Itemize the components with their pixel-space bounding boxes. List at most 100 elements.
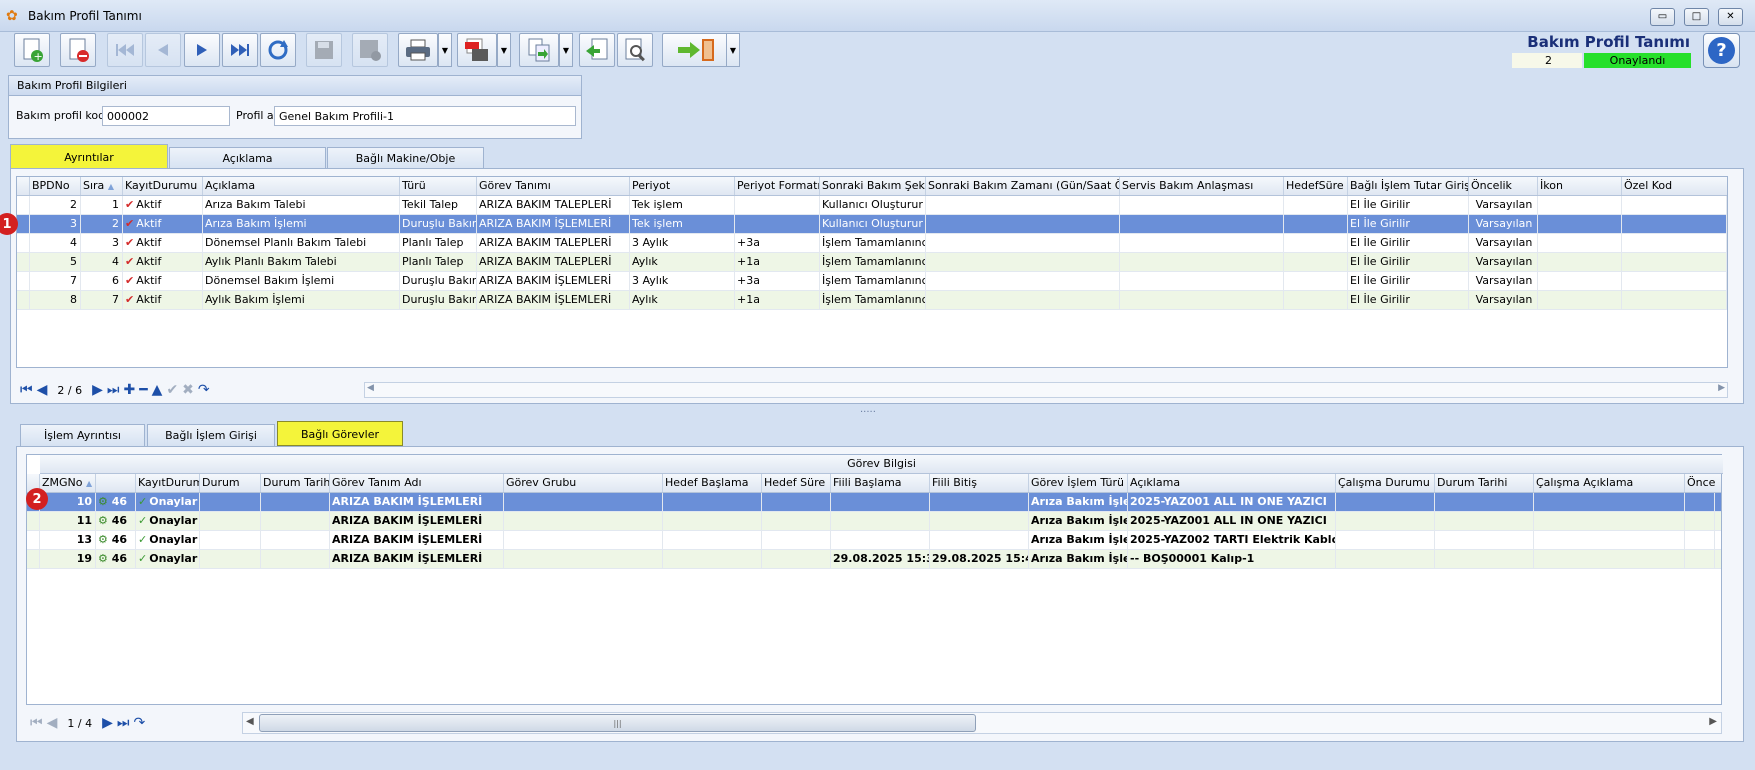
col-durum-tarihi-2[interactable]: Durum Tarihi — [1435, 474, 1534, 492]
col-hedef-baslama[interactable]: Hedef Başlama — [663, 474, 762, 492]
nav-prev-icon[interactable]: ◀ — [37, 382, 48, 398]
nav2-last-icon[interactable]: ⏭ — [117, 715, 130, 731]
next-record-button[interactable] — [184, 33, 220, 67]
col-turu[interactable]: Türü — [400, 177, 477, 195]
tools-button[interactable] — [617, 33, 653, 67]
nav2-next-icon[interactable]: ▶ — [102, 715, 113, 731]
tab-bagli-islem-girisi[interactable]: Bağlı İşlem Girişi — [147, 424, 275, 446]
exit-button[interactable] — [662, 33, 730, 67]
nav-last-icon[interactable]: ⏭ — [107, 382, 120, 398]
col-sira[interactable]: Sıra ▲ — [81, 177, 123, 195]
col-fiili-baslama[interactable]: Fiili Başlama — [831, 474, 930, 492]
col-gorev-islem-turu[interactable]: Görev İşlem Türü — [1029, 474, 1128, 492]
print-dropdown[interactable]: ▼ — [438, 33, 452, 67]
new-document-button[interactable]: + — [14, 33, 50, 67]
table-row[interactable]: 11 ⚙ 46 ✓ Onaylar ARIZA BAKIM İŞLEMLERİ Arıza… — [27, 512, 1721, 531]
nav-up-icon[interactable]: ▲ — [152, 382, 163, 398]
save-button[interactable] — [306, 33, 342, 67]
tab-aciklama[interactable]: Açıklama — [169, 147, 326, 169]
scroll2-thumb[interactable]: ||| — [259, 714, 976, 732]
table-row[interactable]: 13 ⚙ 46 ✓ Onaylar ARIZA BAKIM İŞLEMLERİ Arıza… — [27, 531, 1721, 550]
scroll2-right-icon[interactable]: ▶ — [1709, 716, 1717, 727]
col-periyot[interactable]: Periyot — [630, 177, 735, 195]
col-periyot-formati[interactable]: Periyot Formatı — [735, 177, 820, 195]
copy-dropdown[interactable]: ▼ — [559, 33, 573, 67]
minimize-button[interactable]: ▭ — [1650, 8, 1675, 26]
nav-confirm-icon[interactable]: ✔ — [166, 382, 178, 398]
nav-next-icon[interactable]: ▶ — [92, 382, 103, 398]
table-row[interactable]: 8 7 ✔ Aktif Aylık Bakım İşlemi Duruşlu Bakım A… — [17, 291, 1727, 310]
nav-first-icon[interactable]: ⏮ — [20, 382, 33, 398]
col-kayit-durumu-2[interactable]: KayıtDurumu — [136, 474, 200, 492]
kayit-durumu-text: Onaylar — [149, 495, 198, 508]
scroll2-left-icon[interactable]: ◀ — [246, 716, 254, 727]
profile-code-input[interactable] — [102, 106, 230, 126]
col-aciklama-2[interactable]: Açıklama — [1128, 474, 1336, 492]
delete-document-button[interactable] — [60, 33, 96, 67]
col-gorev-grubu[interactable]: Görev Grubu — [504, 474, 663, 492]
import-button[interactable] — [579, 33, 615, 67]
help-button[interactable]: ? — [1703, 33, 1740, 68]
grid1-horizontal-scrollbar[interactable]: ◀ ▶ — [364, 382, 1728, 398]
col-gorev-tanimi[interactable]: Görev Tanımı — [477, 177, 630, 195]
col-bpdno[interactable]: BPDNo — [30, 177, 81, 195]
grid2-horizontal-scrollbar[interactable]: ◀ ||| ▶ — [242, 712, 1722, 734]
table-row[interactable]: 3 2 ✔ Aktif Arıza Bakım İşlemi Duruşlu Bakım A… — [17, 215, 1727, 234]
tab-bagli-gorevler[interactable]: Bağlı Görevler — [277, 421, 403, 446]
col-hedef-sure-2[interactable]: Hedef Süre — [762, 474, 831, 492]
table-row[interactable]: 4 3 ✔ Aktif Dönemsel Planlı Bakım Talebi Plan… — [17, 234, 1727, 253]
exit-dropdown[interactable]: ▼ — [726, 33, 740, 67]
periyot-formati-cell: +1a — [735, 253, 820, 271]
table-row[interactable]: 2 1 ✔ Aktif Arıza Bakım Talebi Tekil Talep ARI… — [17, 196, 1727, 215]
col-zmgno[interactable]: ZMGNo ▲ — [40, 474, 96, 492]
col-servis-bakim-anlasmasi[interactable]: Servis Bakım Anlaşması — [1120, 177, 1284, 195]
col-icon[interactable] — [96, 474, 136, 492]
col-hedef-sure[interactable]: HedefSüre — [1284, 177, 1348, 195]
refresh-button[interactable] — [260, 33, 296, 67]
col-fiili-bitis[interactable]: Fiili Bitiş — [930, 474, 1029, 492]
col-oncelik-2[interactable]: Öncel — [1685, 474, 1715, 492]
nav2-first-icon[interactable]: ⏮ — [30, 715, 43, 731]
cancel-save-button[interactable] — [352, 33, 388, 67]
col-durum-tarihi[interactable]: Durum Tarihi — [261, 474, 330, 492]
scroll-right-icon[interactable]: ▶ — [1718, 383, 1725, 393]
table-row[interactable]: 7 6 ✔ Aktif Dönemsel Bakım İşlemi Duruşlu Bak… — [17, 272, 1727, 291]
col-ozel-kod[interactable]: Özel Kod — [1622, 177, 1727, 195]
col-sonraki-bakim-zamani[interactable]: Sonraki Bakım Zamanı (Gün/Saat Önce) — [926, 177, 1120, 195]
table-row[interactable]: 10 ⚙ 46 ✓ Onaylar ARIZA BAKIM İŞLEMLERİ Arıza… — [27, 493, 1721, 512]
previous-record-button[interactable] — [145, 33, 181, 67]
profile-name-input[interactable] — [274, 106, 576, 126]
print-button[interactable] — [398, 33, 438, 67]
panel-splitter[interactable]: ..... — [860, 404, 876, 415]
col-kayit-durumu[interactable]: KayıtDurumu — [123, 177, 203, 195]
tab-ayrintilar[interactable]: Ayrıntılar — [10, 144, 168, 169]
col-gorev-tanim-adi[interactable]: Görev Tanım Adı — [330, 474, 504, 492]
table-row[interactable]: 19 ⚙ 46 ✓ Onaylar ARIZA BAKIM İŞLEMLERİ 29.08… — [27, 550, 1721, 569]
col-calisma-durumu[interactable]: Çalışma Durumu — [1336, 474, 1435, 492]
table-row[interactable]: 5 4 ✔ Aktif Aylık Planlı Bakım Talebi Planlı … — [17, 253, 1727, 272]
col-sonraki-bakim-sekli[interactable]: Sonraki Bakım Şekli — [820, 177, 926, 195]
col-bagli-islem-tutar[interactable]: Bağlı İşlem Tutar Girişi — [1348, 177, 1469, 195]
first-record-button[interactable] — [107, 33, 143, 67]
close-button[interactable]: ✕ — [1718, 8, 1743, 26]
pdf-export-dropdown[interactable]: ▼ — [497, 33, 511, 67]
bpdno-cell: 5 — [30, 253, 81, 271]
nav-remove-icon[interactable]: ━ — [139, 382, 147, 398]
tab-bagli-makine-obje[interactable]: Bağlı Makine/Obje — [327, 147, 484, 169]
nav-cancel-icon[interactable]: ✖ — [182, 382, 194, 398]
scroll-left-icon[interactable]: ◀ — [367, 383, 374, 393]
col-durum[interactable]: Durum — [200, 474, 261, 492]
nav2-prev-icon[interactable]: ◀ — [47, 715, 58, 731]
col-oncelik[interactable]: Öncelik — [1469, 177, 1538, 195]
last-record-button[interactable] — [222, 33, 258, 67]
pdf-export-button[interactable] — [457, 33, 497, 67]
maximize-button[interactable]: □ — [1684, 8, 1709, 26]
tab-islem-ayrintisi[interactable]: İşlem Ayrıntısı — [20, 424, 145, 446]
col-ikon[interactable]: İkon — [1538, 177, 1622, 195]
nav2-refresh-icon[interactable]: ↷ — [133, 715, 145, 731]
nav-refresh-icon[interactable]: ↷ — [198, 382, 210, 398]
nav-add-icon[interactable]: ✚ — [123, 382, 135, 398]
copy-button[interactable] — [519, 33, 559, 67]
col-calisma-aciklama[interactable]: Çalışma Açıklama — [1534, 474, 1685, 492]
col-aciklama[interactable]: Açıklama — [203, 177, 400, 195]
